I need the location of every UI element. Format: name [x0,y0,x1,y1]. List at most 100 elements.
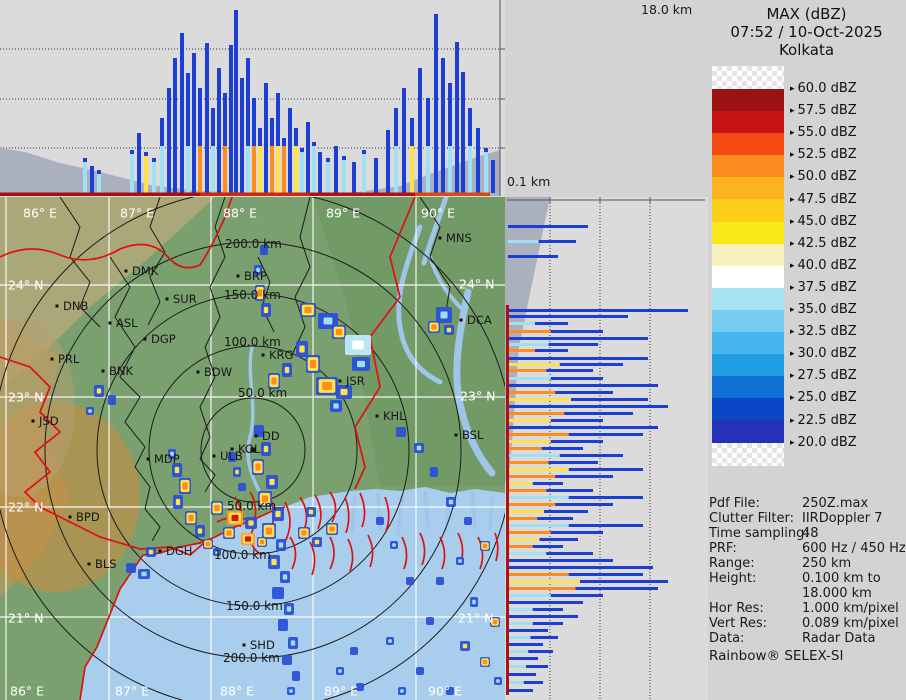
station-dot [146,457,150,461]
radar-map[interactable]: 200.0 km150.0 km100.0 km50.0 km50.0 km10… [0,197,505,700]
station-label: MNS [446,231,472,245]
station-dot [454,433,458,437]
scale-tick-arrow-icon: ▸ [790,437,795,448]
station-dot [459,318,463,322]
station-dot [242,643,246,647]
scale-label: ▸ 52.5 dBZ [790,147,857,163]
scale-label: ▸ 20.0 dBZ [790,434,857,450]
scale-label: ▸ 55.0 dBZ [790,125,857,141]
station-dot [236,274,240,278]
scale-band [712,66,784,89]
scale-label: ▸ 32.5 dBZ [790,324,857,340]
station-dot [254,434,258,438]
station-label: JSD [38,414,59,428]
scale-band [712,265,784,288]
scale-label: ▸ 25.0 dBZ [790,390,857,406]
longitude-label: 87° E [115,683,149,698]
latitude-label: 21° N [458,610,493,625]
scale-band [712,221,784,244]
scale-band [712,243,784,266]
scale-band [712,442,784,466]
scale-label: ▸ 50.0 dBZ [790,169,857,185]
latitude-label: 24° N [459,276,494,291]
station-dot [158,549,162,553]
top-height-profile [0,0,505,197]
station-dot [50,357,54,361]
longitude-label: 88° E [223,205,257,220]
scale-band [712,287,784,310]
station-label: BNK [109,364,133,378]
range-ring-label: 50.0 km [238,386,287,400]
scale-tick-arrow-icon: ▸ [790,238,795,249]
longitude-label: 90° E [421,205,455,220]
scale-band [712,199,784,222]
scale-label: ▸ 57.5 dBZ [790,103,857,119]
brand-label: Rainbow® SELEX-SI [709,648,844,664]
station-label: SUR [173,292,197,306]
scale-tick-arrow-icon: ▸ [790,172,795,183]
station-label: BPD [76,510,100,524]
scale-tick-arrow-icon: ▸ [790,349,795,360]
right-profile-surface-strip [506,305,509,695]
longitude-label: 89° E [324,683,358,698]
min-height-label: 0.1 km [507,174,551,189]
scale-band [712,354,784,377]
scale-tick-arrow-icon: ▸ [790,260,795,271]
station-label: BSL [462,428,484,442]
station-label: ULB [220,449,243,463]
station-label: BRP [244,269,267,283]
station-dot [165,297,169,301]
station-label: DMK [132,264,159,278]
station-dot [212,454,216,458]
range-ring-label: 150.0 km [226,599,283,613]
range-ring-label: 200.0 km [223,651,280,665]
station-dot [108,321,112,325]
station-label: BDW [204,365,232,379]
scale-label: ▸ 35.0 dBZ [790,302,857,317]
latitude-label: 21° N [8,610,43,625]
scale-band [712,332,784,355]
longitude-label: 86° E [23,205,57,220]
scale-tick-arrow-icon: ▸ [790,194,795,205]
station-dot [338,379,342,383]
scale-band [712,420,784,443]
scale-band [712,133,784,156]
scale-band [712,376,784,399]
top-profile-surface-strip [0,192,490,196]
station-dot [31,419,35,423]
scale-label: ▸ 37.5 dBZ [790,279,857,295]
scale-label: ▸ 42.5 dBZ [790,235,857,251]
scale-tick-arrow-icon: ▸ [790,305,795,315]
station-dot [375,414,379,418]
station-label: DGH [166,544,192,558]
range-ring-label: 50.0 km [227,499,276,513]
station-dot [438,236,442,240]
station-label: BLS [95,557,117,571]
scale-label: ▸ 45.0 dBZ [790,213,857,229]
longitude-label: 89° E [326,205,360,220]
station-label: PRL [58,352,80,366]
range-ring-label: 100.0 km [214,548,271,562]
station-dot [261,353,265,357]
right-height-profile [505,197,708,700]
station-dot [55,304,59,308]
info-panel: MAX (dBZ) 07:52 / 10-Oct-2025 Kolkata ▸ 6… [709,5,906,664]
scale-label: ▸ 40.0 dBZ [790,257,857,273]
station-dot [68,515,72,519]
station-label: DCA [467,313,492,327]
scale-tick-arrow-icon: ▸ [790,327,795,338]
station-label: JSR [345,374,365,388]
station-label: DGP [151,332,176,346]
station-label: DD [262,429,280,443]
latitude-label: 23° N [460,388,495,403]
radar-site-name: Kolkata [778,41,835,59]
station-dot [143,337,147,341]
max-height-label: 18.0 km [641,2,693,17]
range-ring-label: 200.0 km [225,237,282,251]
scale-band [712,309,784,333]
color-scale-bands [712,66,784,466]
scale-band [712,89,784,112]
station-dot [124,269,128,273]
scale-tick-arrow-icon: ▸ [790,371,795,382]
station-label: SHD [250,638,275,652]
